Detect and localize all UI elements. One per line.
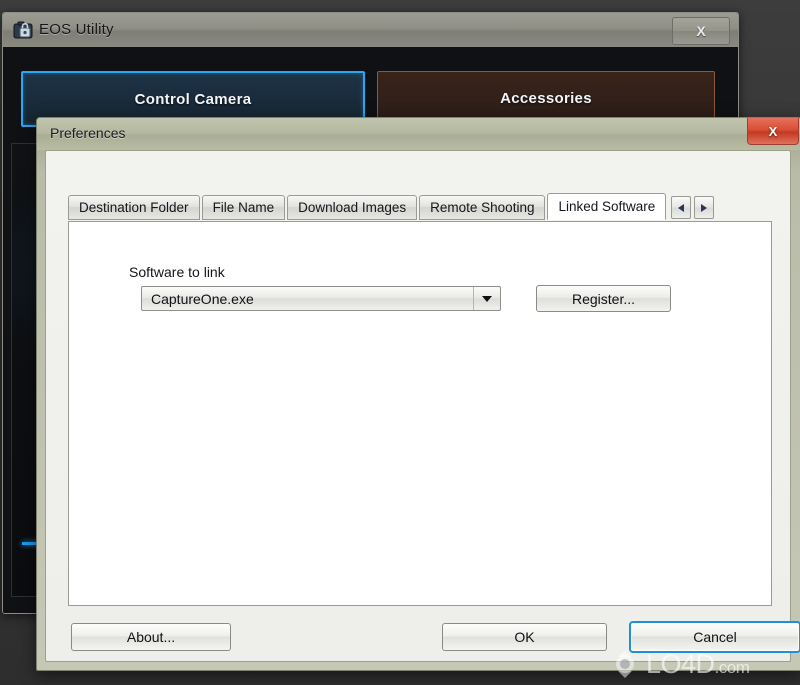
preferences-close-button[interactable]: X	[747, 118, 799, 145]
tab-remote-shooting-label: Remote Shooting	[430, 200, 535, 215]
mode-button-control-camera-label: Control Camera	[134, 90, 252, 108]
eos-mode-button-row: Control Camera Accessories	[21, 71, 715, 127]
tab-linked-software-label: Linked Software	[558, 199, 656, 214]
preferences-titlebar[interactable]: Preferences X	[37, 118, 800, 150]
dropdown-arrow-button[interactable]	[473, 287, 500, 310]
register-button-label: Register...	[571, 290, 636, 307]
ok-button[interactable]: OK	[442, 623, 607, 651]
camera-lock-icon	[13, 20, 33, 40]
tab-destination-folder-label: Destination Folder	[79, 200, 189, 215]
preferences-dialog: Preferences X Destination Folder File Na…	[36, 117, 800, 671]
tab-linked-software[interactable]: Linked Software	[547, 193, 667, 220]
tab-download-images-label: Download Images	[298, 200, 407, 215]
software-to-link-label: Software to link	[129, 264, 225, 280]
software-to-link-dropdown[interactable]: CaptureOne.exe	[141, 286, 501, 311]
preferences-tab-strip: Destination Folder File Name Download Im…	[68, 193, 772, 222]
tab-file-name[interactable]: File Name	[201, 195, 286, 220]
register-button[interactable]: Register...	[536, 285, 671, 312]
tab-scroll-prev-button[interactable]	[671, 196, 692, 219]
eos-utility-title: EOS Utility	[39, 21, 114, 38]
preferences-inner-panel: Destination Folder File Name Download Im…	[45, 150, 800, 662]
tab-remote-shooting[interactable]: Remote Shooting	[419, 195, 546, 220]
tab-destination-folder[interactable]: Destination Folder	[68, 195, 200, 220]
linked-software-tab-page: Software to link CaptureOne.exe Register…	[68, 221, 772, 606]
eos-utility-close-button[interactable]: X	[672, 17, 730, 45]
mode-button-accessories-label: Accessories	[500, 89, 592, 107]
chevron-left-icon	[678, 203, 685, 212]
chevron-right-icon	[701, 203, 708, 212]
about-button-label: About...	[126, 629, 176, 645]
about-button[interactable]: About...	[71, 623, 231, 651]
chevron-down-icon	[482, 295, 492, 302]
tab-scroll-next-button[interactable]	[694, 196, 715, 219]
tab-file-name-label: File Name	[212, 200, 275, 215]
eos-utility-titlebar[interactable]: EOS Utility X	[3, 13, 738, 48]
close-icon: X	[768, 123, 778, 139]
software-to-link-value: CaptureOne.exe	[151, 291, 254, 307]
preferences-title: Preferences	[50, 125, 126, 141]
cancel-button[interactable]: Cancel	[629, 621, 800, 653]
cancel-button-label: Cancel	[693, 629, 737, 645]
close-icon: X	[696, 23, 706, 39]
tab-download-images[interactable]: Download Images	[287, 195, 418, 220]
ok-button-label: OK	[514, 629, 535, 645]
